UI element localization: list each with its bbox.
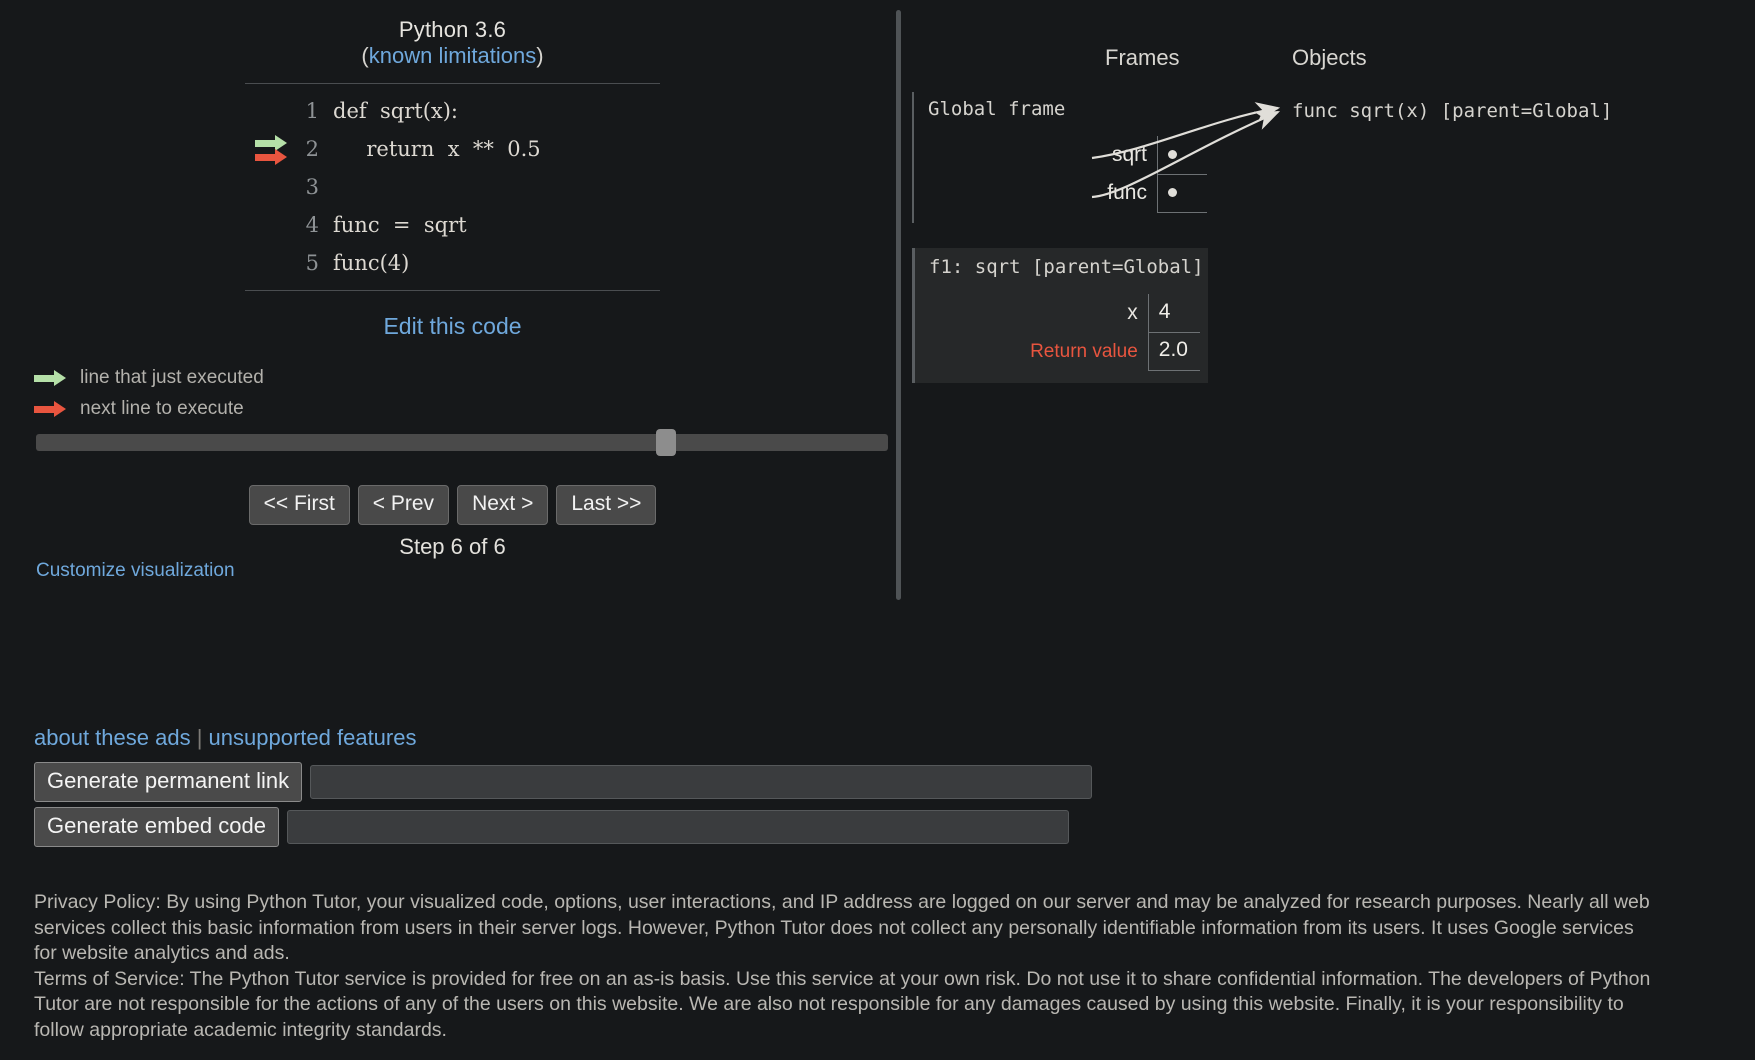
global-frame-vars: sqrt func: [1107, 136, 1207, 213]
var-value: 4: [1148, 294, 1200, 332]
python-version-label: Python 3.6: [399, 17, 506, 42]
paren-open: (: [361, 43, 368, 68]
permanent-link-input[interactable]: [310, 765, 1092, 799]
step-counter: Step 6 of 6: [0, 534, 905, 560]
python-version-title: Python 3.6: [0, 0, 905, 43]
edit-this-code-link[interactable]: Edit this code: [383, 313, 521, 339]
footer-links: about these ads | unsupported features: [34, 725, 416, 751]
line-number: 2: [299, 130, 333, 168]
legend-next-label: next line to execute: [80, 398, 244, 420]
code-row: 4 func = sqrt: [253, 206, 549, 244]
code-block: 1 def sqrt(x): 2: [245, 83, 660, 291]
line-number: 5: [299, 244, 333, 282]
unsupported-features-link[interactable]: unsupported features: [209, 725, 417, 750]
frame-var-row: sqrt: [1107, 136, 1207, 174]
line-number: 1: [299, 92, 333, 130]
code-row-current: 2 return x ** 0.5: [253, 130, 549, 168]
legend-executed-label: line that just executed: [80, 367, 264, 389]
frame-return-row: Return value 2.0: [1030, 332, 1200, 370]
terms-of-service-text: Terms of Service: The Python Tutor servi…: [34, 967, 1654, 1044]
code-line-text: func = sqrt: [333, 206, 549, 244]
embed-code-row: Generate embed code: [34, 807, 1092, 847]
visualizer-pane: Frames Objects Global frame sqrt func fu…: [910, 0, 1755, 615]
customize-row: Customize visualization: [36, 560, 235, 582]
pointer-dot-icon: [1168, 188, 1177, 197]
link-separator: |: [197, 725, 203, 750]
code-row: 1 def sqrt(x):: [253, 92, 549, 130]
code-line-text: [333, 168, 549, 206]
var-name: sqrt: [1107, 136, 1157, 174]
var-name: func: [1107, 174, 1157, 212]
code-row: 5 func(4): [253, 244, 549, 282]
frame-var-row: func: [1107, 174, 1207, 212]
about-these-ads-link[interactable]: about these ads: [34, 725, 191, 750]
permanent-link-row: Generate permanent link: [34, 762, 1092, 802]
known-limitations-line: (known limitations): [0, 43, 905, 69]
first-button[interactable]: << First: [249, 485, 350, 525]
legend-row-executed: line that just executed: [34, 362, 905, 393]
return-value: 2.0: [1148, 332, 1200, 370]
step-controls: << First < Prev Next > Last >>: [0, 485, 905, 525]
var-value-pointer: [1158, 136, 1208, 174]
global-frame-title: Global frame: [928, 98, 1207, 120]
privacy-policy-text: Privacy Policy: By using Python Tutor, y…: [34, 890, 1654, 967]
frame-var-row: x 4: [1030, 294, 1200, 332]
edit-code-row: Edit this code: [0, 313, 905, 340]
line-number: 3: [299, 168, 333, 206]
execution-slider[interactable]: [36, 434, 888, 451]
function-object-label: func sqrt(x) [parent=Global]: [1292, 100, 1612, 122]
var-name: x: [1030, 294, 1148, 332]
generate-permanent-link-button[interactable]: Generate permanent link: [34, 762, 302, 802]
code-line-text: def sqrt(x):: [333, 92, 549, 130]
share-controls: Generate permanent link Generate embed c…: [34, 762, 1092, 852]
known-limitations-link[interactable]: known limitations: [369, 43, 537, 68]
return-value-label: Return value: [1030, 332, 1148, 370]
code-line-text: return x ** 0.5: [333, 130, 549, 168]
legend-row-next: next line to execute: [34, 393, 905, 424]
red-arrow-icon: [34, 402, 70, 416]
line-number: 4: [299, 206, 333, 244]
call-frame-f1: f1: sqrt [parent=Global] x 4 Return valu…: [912, 248, 1208, 383]
call-frame-vars: x 4 Return value 2.0: [1030, 294, 1200, 371]
paren-close: ): [536, 43, 543, 68]
code-row: 3: [253, 168, 549, 206]
code-pane: Python 3.6 (known limitations) 1 def sqr…: [0, 0, 905, 615]
arrow-cell: [253, 206, 299, 244]
python-tutor-page: Python 3.6 (known limitations) 1 def sqr…: [0, 0, 1755, 1060]
executed-line-arrow-icon: [255, 138, 289, 147]
call-frame-title: f1: sqrt [parent=Global]: [929, 256, 1200, 278]
generate-embed-code-button[interactable]: Generate embed code: [34, 807, 279, 847]
next-button[interactable]: Next >: [457, 485, 548, 525]
embed-code-input[interactable]: [287, 810, 1069, 844]
arrow-legend: line that just executed next line to exe…: [0, 362, 905, 424]
global-frame: Global frame sqrt func: [912, 92, 1207, 223]
last-button[interactable]: Last >>: [556, 485, 656, 525]
slider-handle[interactable]: [656, 429, 676, 456]
prev-button[interactable]: < Prev: [358, 485, 449, 525]
arrow-cell: [253, 92, 299, 130]
green-arrow-icon: [34, 371, 70, 385]
customize-visualization-link[interactable]: Customize visualization: [36, 560, 235, 581]
var-value-pointer: [1158, 174, 1208, 212]
objects-heading: Objects: [1292, 45, 1367, 71]
pane-divider: [896, 10, 901, 600]
code-table: 1 def sqrt(x): 2: [253, 92, 549, 282]
next-line-arrow-icon: [255, 152, 289, 161]
pointer-dot-icon: [1168, 150, 1177, 159]
arrow-cell: [253, 168, 299, 206]
frames-heading: Frames: [1105, 45, 1180, 71]
arrow-cell: [253, 244, 299, 282]
legal-text: Privacy Policy: By using Python Tutor, y…: [34, 890, 1654, 1043]
arrow-cell-current: [253, 130, 299, 168]
code-line-text: func(4): [333, 244, 549, 282]
